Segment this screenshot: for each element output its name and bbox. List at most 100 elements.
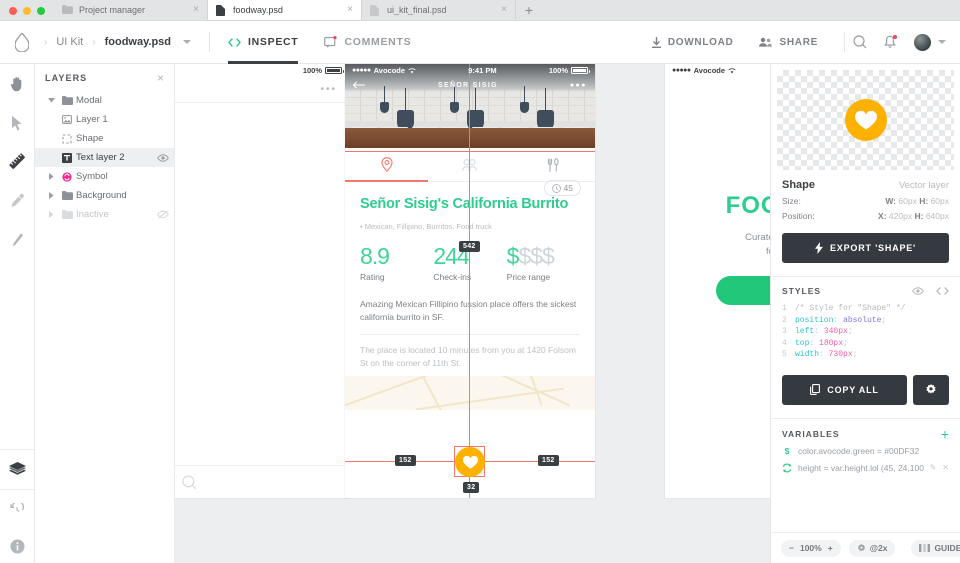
breadcrumb-item-foodway[interactable]: foodway.psd [105, 36, 171, 48]
battery-indicator: 100% [549, 66, 590, 75]
signal-dots-icon: ●●●●● [352, 67, 371, 74]
avocode-logo-icon[interactable] [0, 32, 44, 52]
history-icon[interactable] [0, 490, 35, 529]
layer-row-shape[interactable]: Shape [35, 129, 174, 148]
close-icon[interactable]: × [193, 4, 199, 15]
splash-subtitle-line-2: for Runway [765, 246, 770, 257]
image-icon [58, 115, 76, 124]
tab-menu[interactable] [512, 148, 595, 181]
guides-toggle[interactable]: GUIDES [911, 539, 960, 557]
edit-icon[interactable]: ✎ [930, 463, 937, 472]
more-icon[interactable]: ••• [320, 84, 337, 95]
dollar-icon: $ [784, 445, 790, 456]
layers-icon[interactable] [0, 450, 35, 489]
layer-row-text-layer-2[interactable]: Text layer 2 [35, 148, 174, 167]
artboard-feed[interactable]: 100% ⋮ ••• Filip S and 5 other }. o t [175, 64, 349, 498]
density-control[interactable]: @2x [848, 539, 896, 557]
code-settings-button[interactable] [913, 374, 949, 405]
share-button[interactable]: SHARE [759, 37, 818, 48]
chevron-right-icon[interactable] [45, 192, 58, 199]
feed-search-bar[interactable] [175, 465, 349, 498]
cursor-icon[interactable] [0, 103, 35, 142]
layer-row-background[interactable]: Background [35, 186, 174, 205]
bell-icon[interactable] [884, 35, 897, 49]
download-button[interactable]: DOWNLOAD [651, 36, 734, 48]
eyedropper-icon[interactable] [0, 181, 35, 220]
venue-map[interactable] [345, 376, 595, 410]
breadcrumb: › UI Kit › foodway.psd [44, 36, 192, 48]
close-icon[interactable]: × [157, 72, 164, 84]
zoom-in-button[interactable]: + [828, 543, 833, 553]
tab-location[interactable] [345, 148, 428, 181]
battery-icon [325, 67, 344, 74]
pos-h-value: 640px [925, 211, 949, 221]
eye-icon[interactable] [912, 287, 924, 295]
maximize-window-button[interactable] [37, 7, 45, 15]
heart-shape-selected[interactable] [455, 447, 485, 477]
chevron-down-icon[interactable] [938, 40, 946, 44]
avatar[interactable] [914, 33, 931, 51]
chevron-right-icon[interactable] [45, 173, 58, 180]
layers-panel-header: LAYERS × [35, 64, 174, 91]
layer-row-inactive[interactable]: Inactive [35, 205, 174, 224]
tab-people[interactable] [428, 148, 511, 181]
zoom-out-button[interactable]: − [789, 543, 794, 553]
variable-row-color[interactable]: $ color.avocode.green = #00DF32 [771, 439, 960, 456]
layers-panel: LAYERS × Modal Layer 1 Shape Text layer … [35, 64, 175, 563]
search-icon[interactable] [853, 35, 867, 49]
artboard-venue-detail[interactable]: ●●●●● Avocode 9:41 PM 100% SEÑOR SISIG ●… [345, 64, 595, 498]
chevron-right-icon[interactable] [45, 211, 58, 218]
splash-cta-button[interactable] [716, 276, 770, 305]
tab-foodway-psd[interactable]: foodway.psd × [208, 0, 362, 20]
layer-position-row: Position: X: 420px H: 640px [782, 211, 949, 221]
feed-post-3-quote-2: elicious." [175, 297, 335, 309]
close-icon[interactable]: ✕ [942, 463, 949, 472]
close-window-button[interactable] [9, 7, 17, 15]
breadcrumb-separator: › [44, 36, 48, 48]
ruler-icon[interactable] [0, 142, 35, 181]
chevron-down-icon[interactable] [45, 98, 58, 103]
export-shape-button[interactable]: EXPORT 'SHAPE' [782, 233, 949, 263]
chevron-down-icon[interactable] [183, 40, 192, 44]
pen-icon[interactable] [0, 220, 35, 259]
status-bar: ●●●●● Avocode [665, 64, 770, 77]
arrow-left-icon[interactable] [353, 81, 366, 89]
header-divider-2 [844, 32, 845, 52]
hand-icon[interactable] [0, 64, 35, 103]
variable-text: color.avocode.green = #00DF32 [798, 445, 920, 456]
tab-comments[interactable]: COMMENTS [324, 21, 411, 64]
layer-row-symbol[interactable]: Symbol [35, 167, 174, 186]
search-icon[interactable] [181, 474, 197, 490]
minimize-window-button[interactable] [23, 7, 31, 15]
layer-row-modal[interactable]: Modal [35, 91, 174, 110]
code-line-2: 2 position: absolute; [782, 315, 887, 325]
close-icon[interactable]: × [347, 4, 353, 15]
avocode-app-window: Project manager × foodway.psd × ui_kit_f… [0, 0, 960, 563]
more-icon[interactable]: ●●● [570, 82, 587, 89]
artboard-splash[interactable]: ●●●●● Avocode FOODWAY Curated food revie… [665, 64, 770, 498]
header-icon-group [853, 33, 960, 51]
code-value: 340px [823, 327, 848, 336]
feed-link-sightglass[interactable]: Sightglass Coffee [175, 337, 335, 350]
code-icon[interactable] [936, 287, 949, 295]
size-w-value: 60px [898, 196, 917, 206]
code-value: 180px [819, 338, 844, 348]
wifi-icon [728, 67, 736, 74]
info-icon[interactable] [0, 529, 35, 563]
carrier-label: ●●●●● Avocode [352, 66, 416, 75]
styles-code-block[interactable]: 1 /* Style for "Shape" */ 2 position: ab… [771, 296, 960, 361]
tab-inspect[interactable]: INSPECT [228, 21, 299, 64]
copy-all-button[interactable]: COPY ALL [782, 374, 907, 405]
add-variable-button[interactable]: + [941, 427, 949, 441]
layer-row-layer-1[interactable]: Layer 1 [35, 110, 174, 129]
tab-ui-kit-final-psd[interactable]: ui_kit_final.psd × [362, 0, 516, 20]
eye-off-icon[interactable] [152, 210, 174, 219]
new-tab-button[interactable]: + [516, 0, 542, 20]
zoom-control[interactable]: − 100% + [781, 539, 841, 557]
close-icon[interactable]: × [501, 4, 507, 15]
breadcrumb-item-ui-kit[interactable]: UI Kit [56, 36, 83, 48]
tab-project-manager[interactable]: Project manager × [54, 0, 208, 20]
design-canvas[interactable]: 100% ⋮ ••• Filip S and 5 other }. o t [175, 64, 770, 563]
variable-row-height[interactable]: height = var.height.lol (45, 24,100%) ✎ … [771, 456, 960, 473]
eye-icon[interactable] [152, 153, 174, 162]
